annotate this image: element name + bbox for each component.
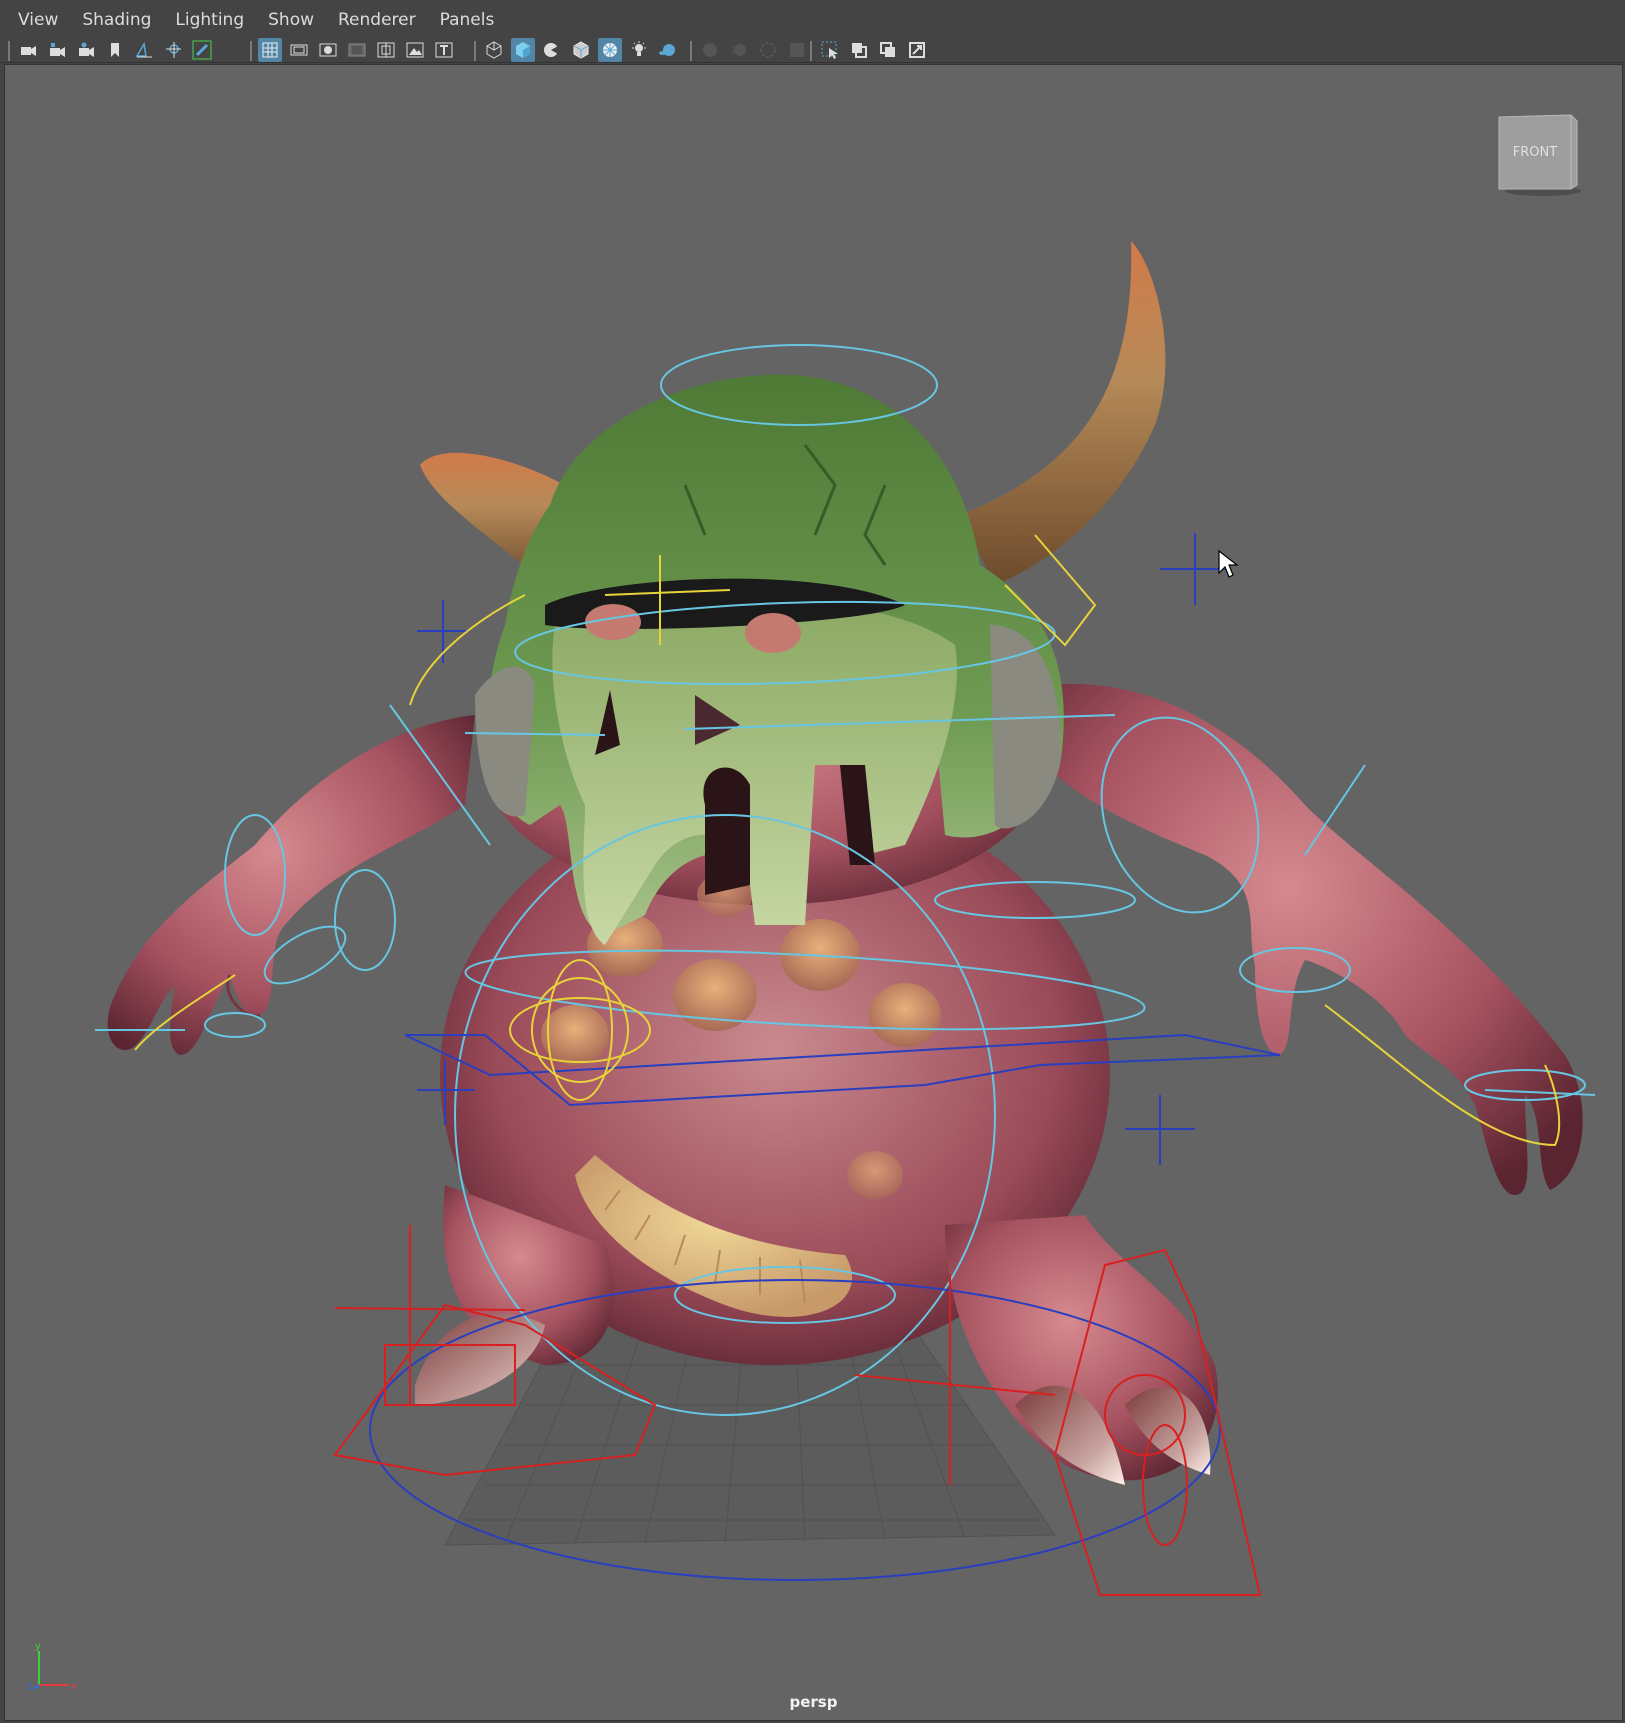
menu-renderer[interactable]: Renderer	[326, 0, 428, 38]
view-cube-face-label: FRONT	[1513, 145, 1557, 160]
axis-y-label: y	[35, 1641, 41, 1652]
safe-title-icon[interactable]	[432, 38, 456, 62]
textured-icon[interactable]	[569, 38, 593, 62]
image-plane-icon[interactable]	[132, 38, 156, 62]
field-chart-icon[interactable]	[374, 38, 398, 62]
xray-icon[interactable]	[656, 38, 680, 62]
safe-action-icon[interactable]	[403, 38, 427, 62]
resolution-gate-icon[interactable]	[316, 38, 340, 62]
multisample-aa-icon[interactable]	[756, 38, 780, 62]
mouse-cursor-icon	[1218, 549, 1239, 578]
menu-lighting[interactable]: Lighting	[163, 0, 256, 38]
axis-x-label: x	[71, 1681, 77, 1692]
right-arm	[1045, 683, 1583, 1195]
wireframe-icon[interactable]	[482, 38, 506, 62]
scene-render[interactable]	[5, 65, 1622, 1720]
smooth-shade-icon[interactable]	[511, 38, 535, 62]
camera-lock-icon[interactable]	[74, 38, 98, 62]
grid-icon[interactable]	[258, 38, 282, 62]
3d-viewport[interactable]: FRONT y x z persp	[4, 64, 1623, 1721]
panel-menu-bar: View Shading Lighting Show Renderer Pane…	[0, 0, 1625, 38]
film-gate-icon[interactable]	[287, 38, 311, 62]
toolbar-separator	[690, 41, 692, 61]
toolbar-separator	[810, 41, 812, 61]
toolbar-separator	[250, 41, 252, 61]
gate-mask-icon[interactable]	[345, 38, 369, 62]
maya-viewport-panel: View Shading Lighting Show Renderer Pane…	[0, 0, 1625, 1723]
panel-toolbar	[0, 38, 1625, 63]
axis-gizmo: y x z	[27, 1641, 77, 1692]
wireframe-on-shaded-icon[interactable]	[540, 38, 564, 62]
hud-icon[interactable]	[905, 38, 929, 62]
screen-space-ao-icon[interactable]	[698, 38, 722, 62]
shadows-icon[interactable]	[627, 38, 651, 62]
left-arm	[107, 715, 475, 1055]
use-all-lights-icon[interactable]	[598, 38, 622, 62]
depth-of-field-icon[interactable]	[785, 38, 809, 62]
grease-pencil-icon[interactable]	[190, 38, 214, 62]
motion-blur-icon[interactable]	[727, 38, 751, 62]
view-cube[interactable]: FRONT	[1491, 113, 1581, 197]
xray-joints-icon[interactable]	[847, 38, 871, 62]
isolate-select-icon[interactable]	[818, 38, 842, 62]
toolbar-separator	[474, 41, 476, 61]
camera-attributes-icon[interactable]	[45, 38, 69, 62]
menu-shading[interactable]: Shading	[70, 0, 163, 38]
select-camera-icon[interactable]	[16, 38, 40, 62]
menu-panels[interactable]: Panels	[428, 0, 507, 38]
xray-active-icon[interactable]	[876, 38, 900, 62]
axis-z-label: z	[27, 1681, 32, 1692]
menu-show[interactable]: Show	[256, 0, 326, 38]
toolbar-separator	[8, 41, 10, 61]
camera-name-label: persp	[789, 1693, 838, 1711]
bookmark-icon[interactable]	[103, 38, 127, 62]
2d-pan-zoom-icon[interactable]	[161, 38, 185, 62]
menu-view[interactable]: View	[6, 0, 70, 38]
